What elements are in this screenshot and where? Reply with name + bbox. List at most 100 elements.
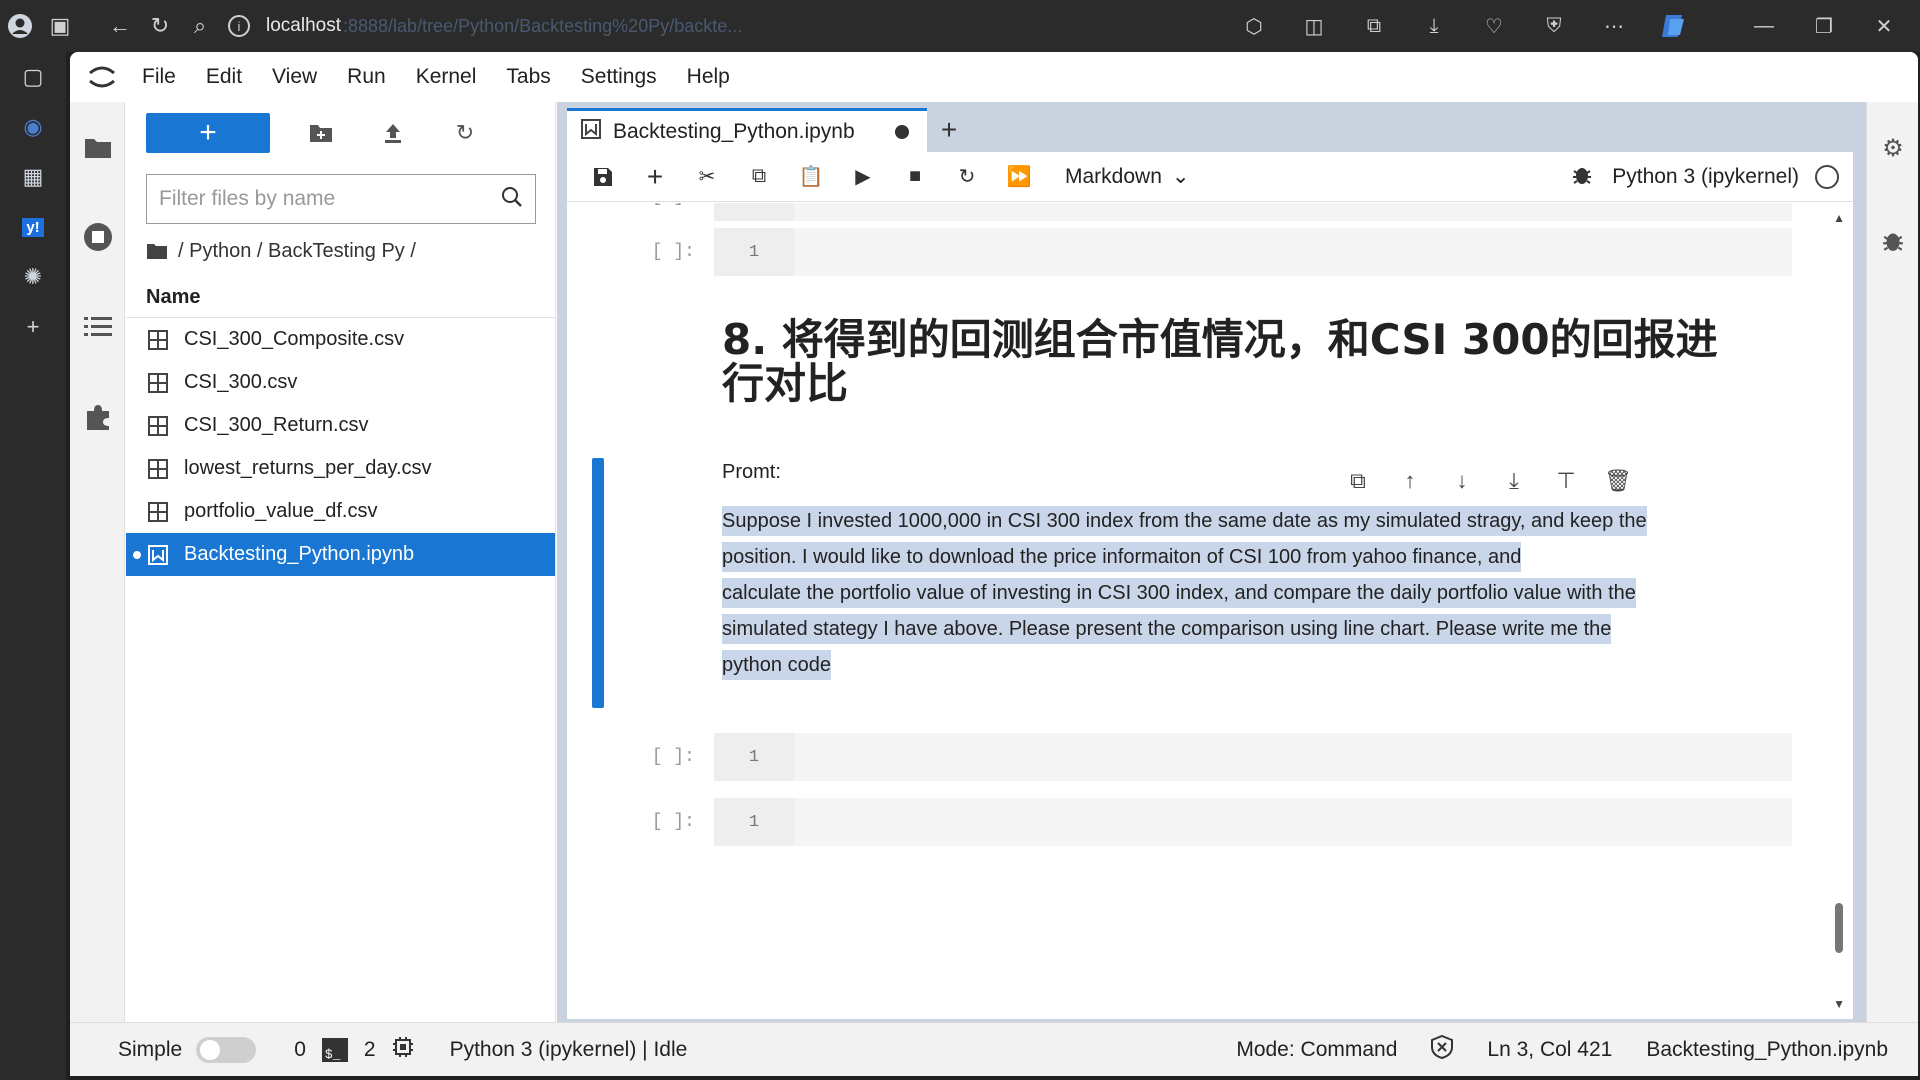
file-row[interactable]: CSI_300_Composite.csv <box>126 318 555 361</box>
simple-mode-toggle[interactable] <box>196 1036 257 1063</box>
code-cell[interactable]: [ ]: 1 <box>567 203 1807 221</box>
filter-input[interactable] <box>159 187 501 211</box>
download-icon[interactable]: ⤓ <box>1404 0 1464 52</box>
pinned-site-icon[interactable]: ▦ <box>0 152 66 202</box>
upload-icon[interactable] <box>370 113 416 153</box>
file-browser-tab[interactable] <box>70 102 125 192</box>
pinned-site-icon[interactable]: ◉ <box>0 102 66 152</box>
tab-actions-icon[interactable]: ▢ <box>0 52 66 102</box>
move-down-icon[interactable]: ↓ <box>1441 461 1483 501</box>
code-editor[interactable]: 1 <box>714 228 1792 276</box>
unsaved-indicator-icon[interactable] <box>895 124 909 139</box>
menu-file[interactable]: File <box>142 65 176 89</box>
table-icon <box>146 371 170 395</box>
tab-notebook[interactable]: Backtesting_Python.ipynb <box>567 108 927 152</box>
favorites-icon[interactable]: ♡ <box>1464 0 1524 52</box>
kernel-status-icon <box>1815 164 1839 189</box>
close-icon[interactable]: ✕ <box>1854 0 1914 52</box>
minimize-icon[interactable]: — <box>1734 0 1794 52</box>
profile-icon[interactable] <box>0 0 40 52</box>
menu-run[interactable]: Run <box>347 65 386 89</box>
cut-icon[interactable]: ✂ <box>681 157 733 197</box>
active-cell-indicator[interactable] <box>592 458 604 708</box>
markdown-paragraph[interactable]: Suppose I invested 1000,000 in CSI 300 i… <box>722 503 1782 683</box>
breadcrumb: / Python / BackTesting Py / <box>126 224 555 278</box>
workspaces-icon[interactable]: ▣ <box>40 0 80 52</box>
breadcrumb-path[interactable]: / Python / BackTesting Py / <box>178 240 416 263</box>
maximize-icon[interactable]: ❐ <box>1794 0 1854 52</box>
paste-icon[interactable]: 📋 <box>785 157 837 197</box>
code-editor[interactable]: 1 <box>714 798 1792 846</box>
cell-prompt: [ ]: <box>651 242 695 262</box>
new-folder-icon[interactable] <box>298 113 344 153</box>
file-row-selected[interactable]: Backtesting_Python.ipynb <box>126 533 555 576</box>
cell-prompt: [ ]: <box>651 812 695 832</box>
menu-settings[interactable]: Settings <box>581 65 657 89</box>
property-inspector-icon[interactable]: ⚙ <box>1867 102 1918 194</box>
insert-above-icon[interactable]: ⊤ <box>1545 461 1587 501</box>
column-header-name[interactable]: Name <box>126 278 555 318</box>
kernel-status[interactable]: Python 3 (ipykernel) | Idle <box>450 1038 688 1062</box>
cpu-icon[interactable] <box>392 1036 414 1064</box>
yahoo-site-icon[interactable]: y! <box>0 202 66 252</box>
menu-view[interactable]: View <box>272 65 317 89</box>
code-cell[interactable]: [ ]: 1 <box>567 733 1807 781</box>
restart-icon[interactable]: ↻ <box>941 157 993 197</box>
address-bar[interactable]: i localhost :8888/lab/tree/Python/Backte… <box>228 9 742 43</box>
interrupt-icon[interactable]: ■ <box>889 157 941 197</box>
cursor-position[interactable]: Ln 3, Col 421 <box>1487 1038 1612 1062</box>
scroll-up-icon[interactable]: ▲ <box>1833 211 1845 225</box>
delete-cell-icon[interactable]: 🗑 <box>1597 461 1639 501</box>
refresh-files-icon[interactable]: ↻ <box>442 113 488 153</box>
run-icon[interactable]: ▶ <box>837 157 889 197</box>
insert-below-icon[interactable]: ⤓ <box>1493 461 1535 501</box>
collections-icon[interactable]: ⧉ <box>1344 0 1404 52</box>
file-row[interactable]: CSI_300_Return.csv <box>126 404 555 447</box>
browser-essentials-icon[interactable]: ⛨ <box>1524 0 1584 52</box>
extensions-tab[interactable] <box>70 372 125 462</box>
running-kernels-tab[interactable] <box>70 192 125 282</box>
terminal-icon[interactable]: $_ <box>321 1037 348 1062</box>
code-editor[interactable]: 1 <box>714 203 1792 221</box>
more-icon[interactable]: ⋯ <box>1584 0 1644 52</box>
scroll-down-icon[interactable]: ▼ <box>1833 997 1845 1011</box>
chatgpt-site-icon[interactable]: ✺ <box>0 252 66 302</box>
refresh-icon[interactable]: ↻ <box>140 0 180 52</box>
back-icon[interactable]: ← <box>100 0 140 52</box>
copy-icon[interactable]: ⧉ <box>733 157 785 197</box>
cell-type-select[interactable]: Markdown ⌄ <box>1065 164 1189 189</box>
file-row[interactable]: lowest_returns_per_day.csv <box>126 447 555 490</box>
menu-tabs[interactable]: Tabs <box>506 65 550 89</box>
add-site-icon[interactable]: + <box>0 302 66 352</box>
file-row[interactable]: CSI_300.csv <box>126 361 555 404</box>
file-filter[interactable] <box>146 174 536 224</box>
copilot-icon[interactable] <box>1644 0 1704 52</box>
terminal-count[interactable]: 0 <box>294 1038 306 1062</box>
kernel-indicator[interactable]: Python 3 (ipykernel) <box>1572 163 1853 191</box>
split-screen-icon[interactable]: ◫ <box>1284 0 1344 52</box>
scrollbar-thumb[interactable] <box>1835 903 1843 953</box>
menu-edit[interactable]: Edit <box>206 65 242 89</box>
left-sidebar-tabs <box>70 102 125 1022</box>
trusted-shield-icon[interactable] <box>1431 1034 1454 1065</box>
menu-kernel[interactable]: Kernel <box>416 65 477 89</box>
insert-cell-icon[interactable]: + <box>629 157 681 197</box>
new-launcher-button[interactable]: + <box>146 113 270 153</box>
run-all-icon[interactable]: ⏩ <box>993 157 1045 197</box>
add-tab-button[interactable]: + <box>927 108 971 152</box>
code-cell[interactable]: [ ]: 1 <box>567 228 1807 276</box>
kernel-name: Python 3 (ipykernel) <box>1612 164 1799 188</box>
table-of-contents-tab[interactable] <box>70 282 125 372</box>
file-row[interactable]: portfolio_value_df.csv <box>126 490 555 533</box>
duplicate-cell-icon[interactable]: ⧉ <box>1337 461 1379 501</box>
debugger-icon[interactable] <box>1572 163 1592 191</box>
extensions-icon[interactable]: ⬡ <box>1224 0 1284 52</box>
menu-help[interactable]: Help <box>687 65 730 89</box>
kernel-count[interactable]: 2 <box>364 1038 376 1062</box>
code-cell[interactable]: [ ]: 1 <box>567 798 1807 846</box>
code-editor[interactable]: 1 <box>714 733 1792 781</box>
search-icon[interactable]: ⌕ <box>180 0 220 52</box>
move-up-icon[interactable]: ↑ <box>1389 461 1431 501</box>
save-icon[interactable] <box>577 157 629 197</box>
debugger-panel-icon[interactable] <box>1867 194 1918 286</box>
